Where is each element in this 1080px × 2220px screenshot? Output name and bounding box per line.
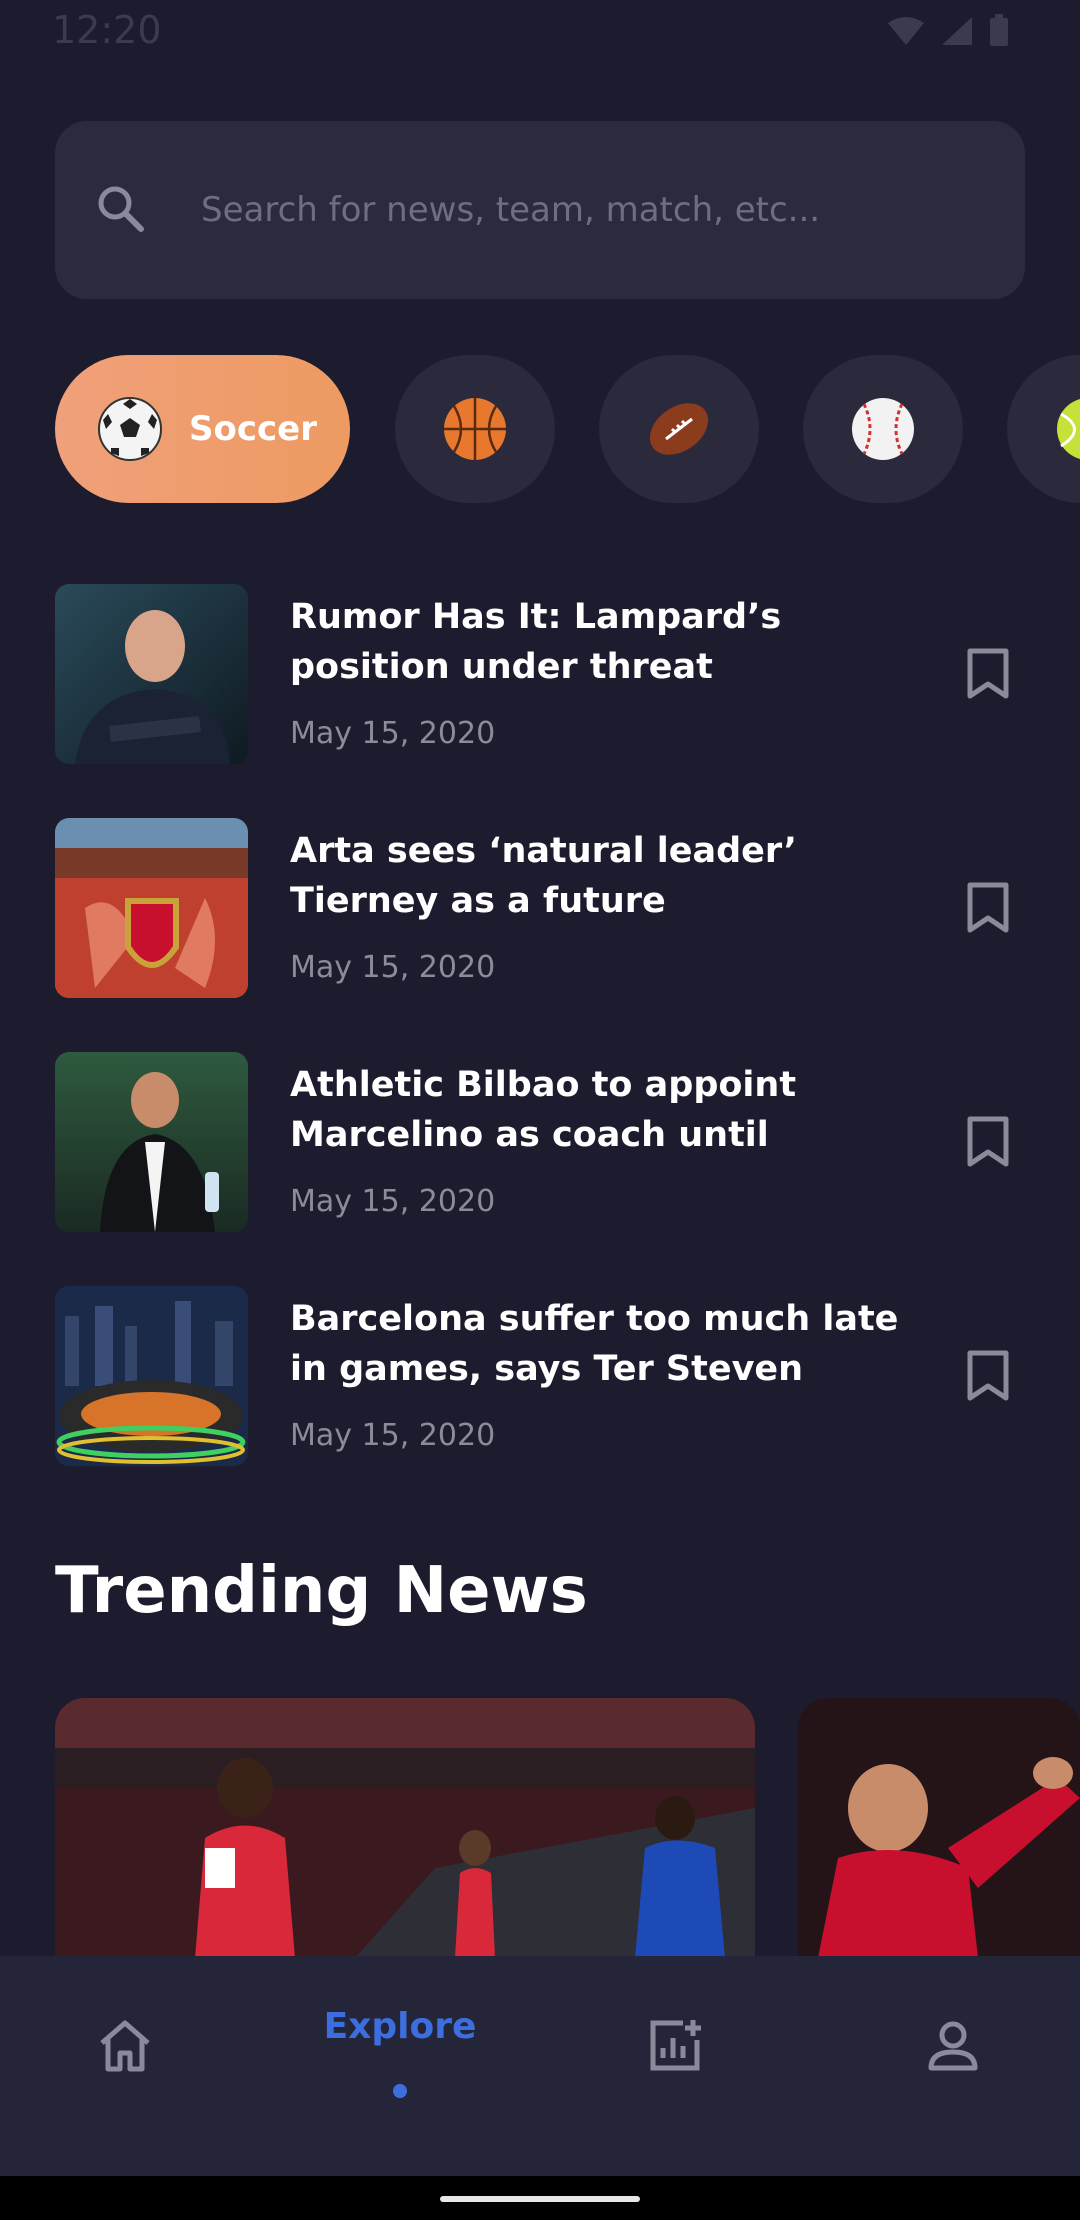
nav-profile[interactable] xyxy=(858,1956,1048,2136)
search-bar[interactable] xyxy=(55,121,1025,299)
news-title: Arta sees ‘natural leader’ Tierney as a … xyxy=(290,831,797,921)
news-thumbnail xyxy=(55,1052,248,1232)
news-date: May 15, 2020 xyxy=(290,950,496,985)
news-thumbnail xyxy=(55,818,248,998)
gesture-handle[interactable] xyxy=(440,2196,640,2202)
status-icons xyxy=(886,14,1010,48)
news-thumbnail xyxy=(55,584,248,764)
tennis-ball-icon xyxy=(1057,399,1080,459)
bookmark-icon[interactable] xyxy=(966,1116,1010,1168)
trending-card[interactable] xyxy=(798,1698,1080,1958)
nav-home[interactable] xyxy=(30,1956,220,2136)
nav-explore-label: Explore xyxy=(323,2005,477,2047)
chip-basketball[interactable] xyxy=(395,355,555,503)
soccer-ball-icon xyxy=(98,397,162,461)
news-item[interactable]: Arta sees ‘natural leader’ Tierney as a … xyxy=(55,818,1025,998)
chip-baseball[interactable] xyxy=(803,355,963,503)
search-icon xyxy=(98,186,144,232)
battery-icon xyxy=(990,14,1008,46)
search-input[interactable] xyxy=(199,179,983,241)
profile-icon xyxy=(928,2021,978,2071)
active-indicator-dot xyxy=(393,2084,407,2098)
nav-explore[interactable]: Explore xyxy=(290,1956,510,2136)
signal-icon xyxy=(942,17,972,45)
bookmark-icon[interactable] xyxy=(966,648,1010,700)
wifi-icon xyxy=(888,17,924,45)
sport-chips: Soccer xyxy=(55,355,1080,503)
news-date: May 15, 2020 xyxy=(290,1418,496,1453)
status-bar: 12:20 xyxy=(0,0,1080,64)
system-navigation-area xyxy=(0,2176,1080,2220)
status-time: 12:20 xyxy=(52,8,162,52)
trending-news-heading: Trending News xyxy=(55,1554,588,1628)
stats-icon xyxy=(650,2020,701,2071)
basketball-icon xyxy=(444,398,506,460)
news-title: Rumor Has It: Lampard’s position under t… xyxy=(290,597,782,687)
news-title: Barcelona suffer too much late in games,… xyxy=(290,1299,899,1389)
chip-soccer[interactable]: Soccer xyxy=(55,355,350,503)
home-icon xyxy=(100,2020,150,2072)
chip-football[interactable] xyxy=(599,355,759,503)
football-icon xyxy=(649,403,709,455)
trending-card[interactable] xyxy=(55,1698,755,1958)
chip-soccer-label: Soccer xyxy=(189,409,317,449)
news-item[interactable]: Rumor Has It: Lampard’s position under t… xyxy=(55,584,1025,764)
baseball-icon xyxy=(852,398,914,460)
bookmark-icon[interactable] xyxy=(966,1350,1010,1402)
news-date: May 15, 2020 xyxy=(290,1184,496,1219)
news-title: Athletic Bilbao to appoint Marcelino as … xyxy=(290,1065,797,1155)
news-date: May 15, 2020 xyxy=(290,716,496,751)
bottom-navigation: Explore xyxy=(0,1956,1080,2176)
nav-stats[interactable] xyxy=(580,1956,770,2136)
news-thumbnail xyxy=(55,1286,248,1466)
bookmark-icon[interactable] xyxy=(966,882,1010,934)
chip-tennis[interactable] xyxy=(1007,355,1080,503)
news-item[interactable]: Athletic Bilbao to appoint Marcelino as … xyxy=(55,1052,1025,1232)
news-item[interactable]: Barcelona suffer too much late in games,… xyxy=(55,1286,1025,1466)
